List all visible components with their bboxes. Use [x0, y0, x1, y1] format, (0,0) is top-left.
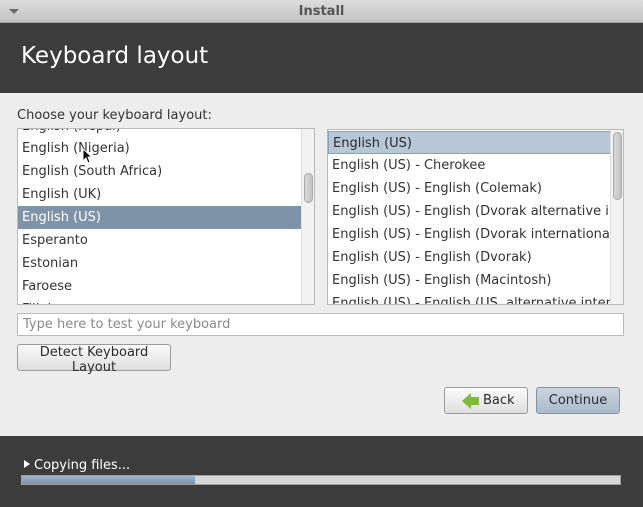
right-list-scrollbar[interactable] [610, 130, 623, 304]
list-item[interactable]: English (US) - English (US, alternative … [328, 292, 611, 304]
list-item[interactable]: English (UK) [18, 183, 302, 206]
list-item[interactable]: English (US) - English (Dvorak internati… [328, 223, 611, 246]
list-item[interactable]: Faroese [18, 275, 302, 298]
continue-button[interactable]: Continue [536, 387, 620, 414]
list-item-selected[interactable]: English (US) [18, 206, 302, 229]
progress-fill [22, 476, 196, 484]
install-status[interactable]: Copying files... [34, 458, 130, 473]
list-item-selected[interactable]: English (US) [328, 131, 611, 154]
page-header: Keyboard layout [0, 23, 643, 93]
arrow-left-icon [462, 393, 471, 409]
list-item[interactable]: English (South Africa) [18, 160, 302, 183]
left-list-scrollbar[interactable] [301, 129, 314, 304]
keyboard-language-list[interactable]: English (Nepal) English (Nigeria) Englis… [17, 128, 315, 305]
back-button-label: Back [483, 393, 515, 408]
layout-prompt: Choose your keyboard layout: [17, 108, 212, 123]
list-item[interactable]: English (US) - English (Dvorak) [328, 246, 611, 269]
install-progress-bar [21, 475, 621, 485]
list-item[interactable]: Filipino [18, 298, 302, 304]
list-item[interactable]: English (US) - English (Colemak) [328, 177, 611, 200]
page-title: Keyboard layout [21, 43, 209, 69]
list-item[interactable]: English (US) - English (Dvorak alternati… [328, 200, 611, 223]
title-bar: Install [0, 0, 643, 23]
list-item[interactable]: Esperanto [18, 229, 302, 252]
back-button[interactable]: Back [444, 387, 528, 414]
keyboard-test-input[interactable] [17, 313, 624, 336]
triangle-right-icon[interactable] [24, 460, 30, 468]
scrollbar-thumb[interactable] [304, 173, 313, 203]
list-item[interactable]: English (US) - English (Macintosh) [328, 269, 611, 292]
scrollbar-thumb[interactable] [613, 132, 622, 200]
list-item[interactable]: Estonian [18, 252, 302, 275]
list-item[interactable]: English (US) - Cherokee [328, 154, 611, 177]
window-title: Install [298, 4, 345, 19]
mouse-cursor-icon [82, 148, 94, 164]
install-footer: Copying files... [0, 436, 643, 507]
detect-layout-button[interactable]: Detect Keyboard Layout [17, 344, 171, 375]
list-item[interactable]: English (Nigeria) [18, 137, 302, 160]
keyboard-variant-list[interactable]: English (US) English (US) - Cherokee Eng… [327, 129, 624, 305]
arrow-left-icon-tail [471, 397, 479, 405]
